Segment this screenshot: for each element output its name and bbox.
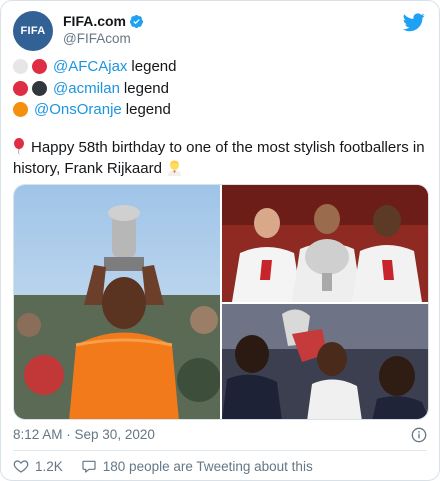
club-color-dots xyxy=(13,102,28,118)
club-color-dots xyxy=(13,80,47,96)
balloon-icon xyxy=(14,138,24,154)
legend-line-ajax: @AFCAjax legend xyxy=(13,56,427,78)
red-circle-icon xyxy=(32,59,47,75)
heart-icon xyxy=(13,460,29,473)
tweet-header: FIFA FIFA.com @FIFAcom xyxy=(13,11,427,51)
mention-link[interactable]: @OnsOranje xyxy=(34,100,122,120)
conversation-link[interactable]: 180 people are Tweeting about this xyxy=(81,458,313,474)
photo-milan-trio-image xyxy=(222,185,428,302)
author-names: FIFA.com @FIFAcom xyxy=(63,13,144,46)
like-button[interactable]: 1.2K xyxy=(13,458,63,474)
photo-milan-trio[interactable] xyxy=(222,185,428,302)
twitter-bird-icon[interactable] xyxy=(403,11,425,33)
legend-word: legend xyxy=(131,58,177,75)
photo-ajax-celebration[interactable] xyxy=(222,304,428,419)
divider xyxy=(13,450,427,451)
verified-badge-icon xyxy=(129,14,144,28)
info-icon[interactable] xyxy=(411,427,427,443)
tweet-card: FIFA FIFA.com @FIFAcom @AFCAjax legend @… xyxy=(0,0,440,481)
photo-rijkaard-trophy[interactable] xyxy=(14,185,220,419)
legend-word: legend xyxy=(123,79,169,97)
photo-rijkaard-trophy-image xyxy=(14,185,220,419)
avatar-logo-text: FIFA xyxy=(20,25,46,37)
mention-link[interactable]: @acmilan xyxy=(53,79,120,99)
legend-line-milan: @acmilan legend xyxy=(13,78,427,100)
legend-line-oranje: @OnsOranje legend xyxy=(13,99,427,121)
author-handle[interactable]: @FIFAcom xyxy=(63,31,144,46)
club-color-dots xyxy=(13,59,47,75)
avatar[interactable]: FIFA xyxy=(13,11,53,51)
tweet-text: @AFCAjax legend @acmilan legend @OnsOran… xyxy=(13,56,427,121)
birthday-text: Happy 58th birthday to one of the most s… xyxy=(13,139,425,177)
mention-link[interactable]: @AFCAjax xyxy=(53,57,127,77)
conversation-text: 180 people are Tweeting about this xyxy=(102,458,313,474)
tweet-timestamp[interactable]: 8:12 AM · Sep 30, 2020 xyxy=(13,427,155,442)
like-count: 1.2K xyxy=(35,458,63,474)
media-grid xyxy=(13,184,429,420)
birthday-message: Happy 58th birthday to one of the most s… xyxy=(13,137,427,179)
display-name-text: FIFA.com xyxy=(63,13,127,29)
person-emoji-icon xyxy=(167,160,182,176)
white-circle-icon xyxy=(13,59,28,75)
speech-bubble-icon xyxy=(82,460,96,473)
photo-ajax-celebration-image xyxy=(222,304,428,419)
author-display-name[interactable]: FIFA.com xyxy=(63,13,144,29)
orange-circle-icon xyxy=(13,102,28,118)
black-circle-icon xyxy=(32,80,47,96)
red-circle-icon xyxy=(13,80,28,96)
tweet-actions: 1.2K 180 people are Tweeting about this xyxy=(13,457,313,475)
legend-word: legend xyxy=(125,101,171,118)
